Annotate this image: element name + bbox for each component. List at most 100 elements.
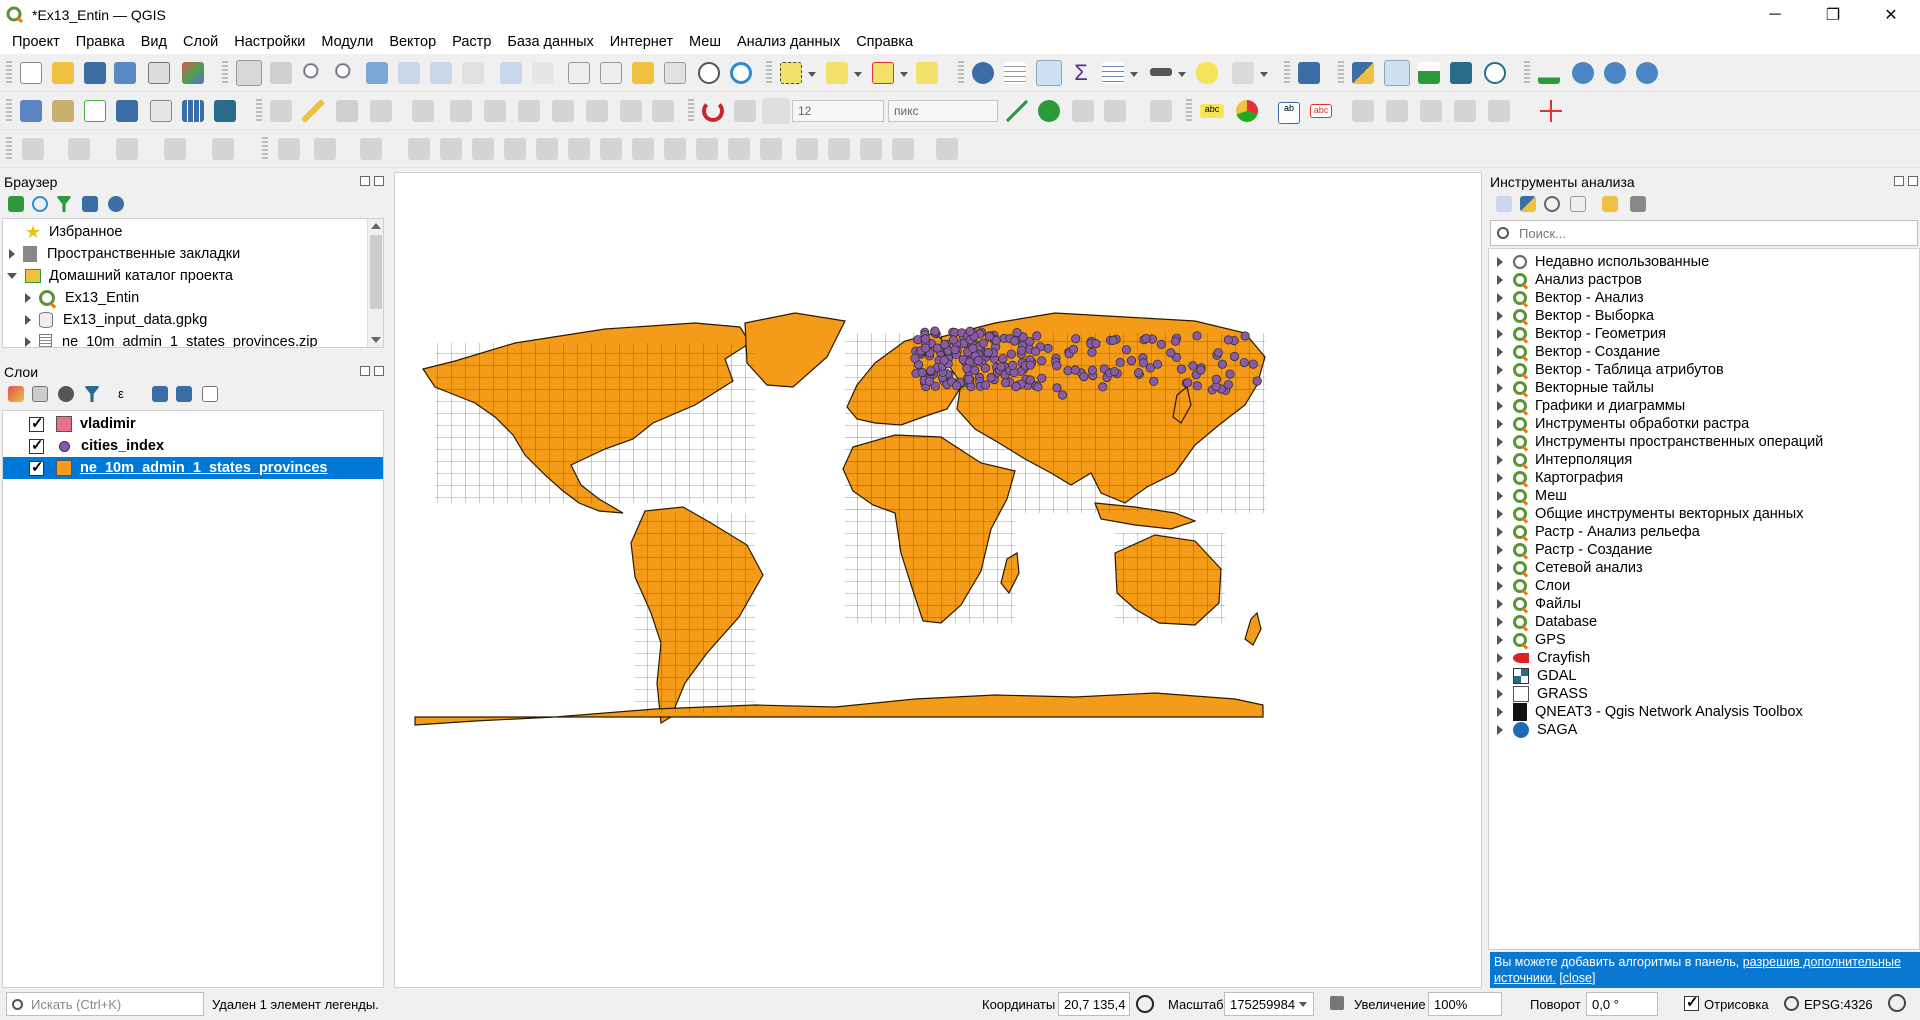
menu-settings[interactable]: Настройки — [226, 34, 313, 50]
processing-group-row[interactable]: Растр - Создание — [1497, 541, 1653, 559]
layer-styling-icon[interactable] — [8, 386, 24, 402]
processing-search-input[interactable]: Поиск... — [1490, 220, 1918, 246]
layer-row-admin1[interactable]: ne_10m_admin_1_states_provinces — [3, 457, 383, 479]
menu-database[interactable]: База данных — [499, 34, 601, 50]
menu-plugins[interactable]: Модули — [313, 34, 381, 50]
measure-line-icon[interactable] — [1150, 68, 1172, 76]
processing-group-row[interactable]: Слои — [1497, 577, 1570, 595]
menu-layer[interactable]: Слой — [175, 34, 226, 50]
add-wms-layer-icon[interactable] — [182, 100, 204, 122]
advanced-digitize-4-icon[interactable] — [164, 138, 186, 160]
minimize-button[interactable]: ─ — [1746, 0, 1804, 30]
python-console-icon[interactable] — [1352, 62, 1374, 84]
vertex-tool-icon[interactable] — [1484, 62, 1506, 84]
results-icon[interactable] — [1570, 196, 1586, 212]
expand-arrow-icon[interactable] — [9, 249, 15, 259]
statistics-sum-icon[interactable]: Σ — [1070, 62, 1092, 84]
expand-arrow-icon[interactable] — [1497, 617, 1503, 627]
zoom-next-icon[interactable] — [532, 62, 554, 84]
expand-arrow-icon[interactable] — [1497, 689, 1503, 699]
shape-digitize-7-icon[interactable] — [504, 138, 526, 160]
render-checkbox[interactable] — [1684, 993, 1699, 1011]
browser-item-bookmarks[interactable]: Пространственные закладки — [9, 243, 240, 265]
processing-float-button[interactable] — [1894, 176, 1904, 186]
zoom-selection-icon[interactable] — [398, 62, 420, 84]
zoom-in-icon[interactable] — [302, 62, 324, 84]
layer-visibility-checkbox[interactable] — [29, 414, 44, 432]
expand-arrow-icon[interactable] — [1497, 563, 1503, 573]
menu-view[interactable]: Вид — [133, 34, 175, 50]
gps-icon[interactable] — [1450, 62, 1472, 84]
zoom-last-icon[interactable] — [500, 62, 522, 84]
rotation-input[interactable]: 0,0 ° — [1586, 992, 1658, 1016]
map-tips-icon[interactable] — [1196, 62, 1218, 84]
select-features-icon[interactable] — [780, 62, 802, 84]
edit-features-in-place-icon[interactable] — [1602, 196, 1618, 212]
redo-icon[interactable] — [652, 100, 674, 122]
processing-group-row[interactable]: Графики и диаграммы — [1497, 397, 1685, 415]
add-selected-layers-icon[interactable] — [8, 196, 24, 212]
close-button[interactable]: ✕ — [1862, 0, 1920, 30]
collapse-arrow-icon[interactable] — [7, 273, 17, 279]
add-raster-layer-icon[interactable] — [116, 100, 138, 122]
layer-visibility-checkbox[interactable] — [29, 458, 44, 476]
add-virtual-layer-icon[interactable] — [214, 100, 236, 122]
layers-close-button[interactable] — [374, 366, 384, 376]
modify-attributes-icon[interactable] — [450, 100, 472, 122]
expand-arrow-icon[interactable] — [1497, 437, 1503, 447]
digitize-icon[interactable] — [412, 100, 434, 122]
collapse-all-layers-icon[interactable] — [176, 386, 192, 402]
profile-tool-icon[interactable] — [1418, 62, 1440, 84]
temporal-controller-icon[interactable] — [698, 62, 720, 84]
crs-button[interactable]: EPSG:4326 — [1804, 997, 1873, 1012]
menu-edit[interactable]: Правка — [68, 34, 133, 50]
advanced-digitize-1-icon[interactable] — [22, 138, 44, 160]
expand-arrow-icon[interactable] — [1497, 455, 1503, 465]
processing-group-row[interactable]: GPS — [1497, 631, 1566, 649]
expand-arrow-icon[interactable] — [1497, 257, 1503, 267]
expand-arrow-icon[interactable] — [25, 337, 31, 347]
label-show-hide-icon[interactable]: abc — [1310, 104, 1332, 118]
zoom-full-icon[interactable] — [366, 62, 388, 84]
expand-arrow-icon[interactable] — [1497, 725, 1503, 735]
expand-arrow-icon[interactable] — [1497, 653, 1503, 663]
snapping-magnet-icon[interactable] — [702, 100, 724, 122]
filter-legend-icon[interactable] — [84, 386, 100, 402]
processing-group-row[interactable]: Растр - Анализ рельефа — [1497, 523, 1700, 541]
snapping-type-icon[interactable] — [762, 98, 790, 124]
expand-arrow-icon[interactable] — [1497, 707, 1503, 717]
remove-layer-icon[interactable] — [202, 386, 218, 402]
self-snapping-icon[interactable] — [1150, 100, 1172, 122]
field-calculator-icon[interactable] — [1036, 60, 1062, 86]
save-project-icon[interactable] — [84, 62, 106, 84]
select-by-value-icon[interactable] — [826, 62, 848, 84]
label-props-icon[interactable] — [1488, 100, 1510, 122]
label-move-icon[interactable] — [1352, 100, 1374, 122]
expand-arrow-icon[interactable] — [1497, 473, 1503, 483]
shape-digitize-12-icon[interactable] — [664, 138, 686, 160]
label-toolbar-abc-icon[interactable]: abc — [1200, 104, 1224, 118]
plugin-globe-2-icon[interactable] — [1604, 62, 1626, 84]
processing-group-row[interactable]: Вектор - Анализ — [1497, 289, 1644, 307]
filter-expression-icon[interactable]: ε — [110, 386, 132, 402]
map-canvas[interactable] — [394, 172, 1482, 988]
expand-arrow-icon[interactable] — [1497, 383, 1503, 393]
add-mesh-layer-icon[interactable] — [150, 100, 172, 122]
whats-this-icon[interactable] — [1298, 62, 1320, 84]
expand-arrow-icon[interactable] — [1497, 509, 1503, 519]
locator-search-input[interactable]: Искать (Ctrl+K) — [6, 992, 204, 1016]
layers-float-button[interactable] — [360, 366, 370, 376]
models-icon[interactable] — [1496, 196, 1512, 212]
current-edits-icon[interactable] — [270, 100, 292, 122]
open-project-icon[interactable] — [52, 62, 74, 84]
topological-editing-icon[interactable] — [1072, 100, 1094, 122]
browser-item-gpkg[interactable]: Ex13_input_data.gpkg — [25, 309, 207, 331]
crs-globe-icon[interactable] — [1784, 996, 1799, 1011]
toggle-editing-icon[interactable] — [302, 100, 324, 122]
label-highlight-icon[interactable] — [1454, 100, 1476, 122]
expand-arrow-icon[interactable] — [25, 315, 31, 325]
browser-item-home[interactable]: Домашний каталог проекта — [7, 265, 233, 287]
shape-digitize-9-icon[interactable] — [568, 138, 590, 160]
shape-digitize-6-icon[interactable] — [472, 138, 494, 160]
expand-arrow-icon[interactable] — [1497, 599, 1503, 609]
